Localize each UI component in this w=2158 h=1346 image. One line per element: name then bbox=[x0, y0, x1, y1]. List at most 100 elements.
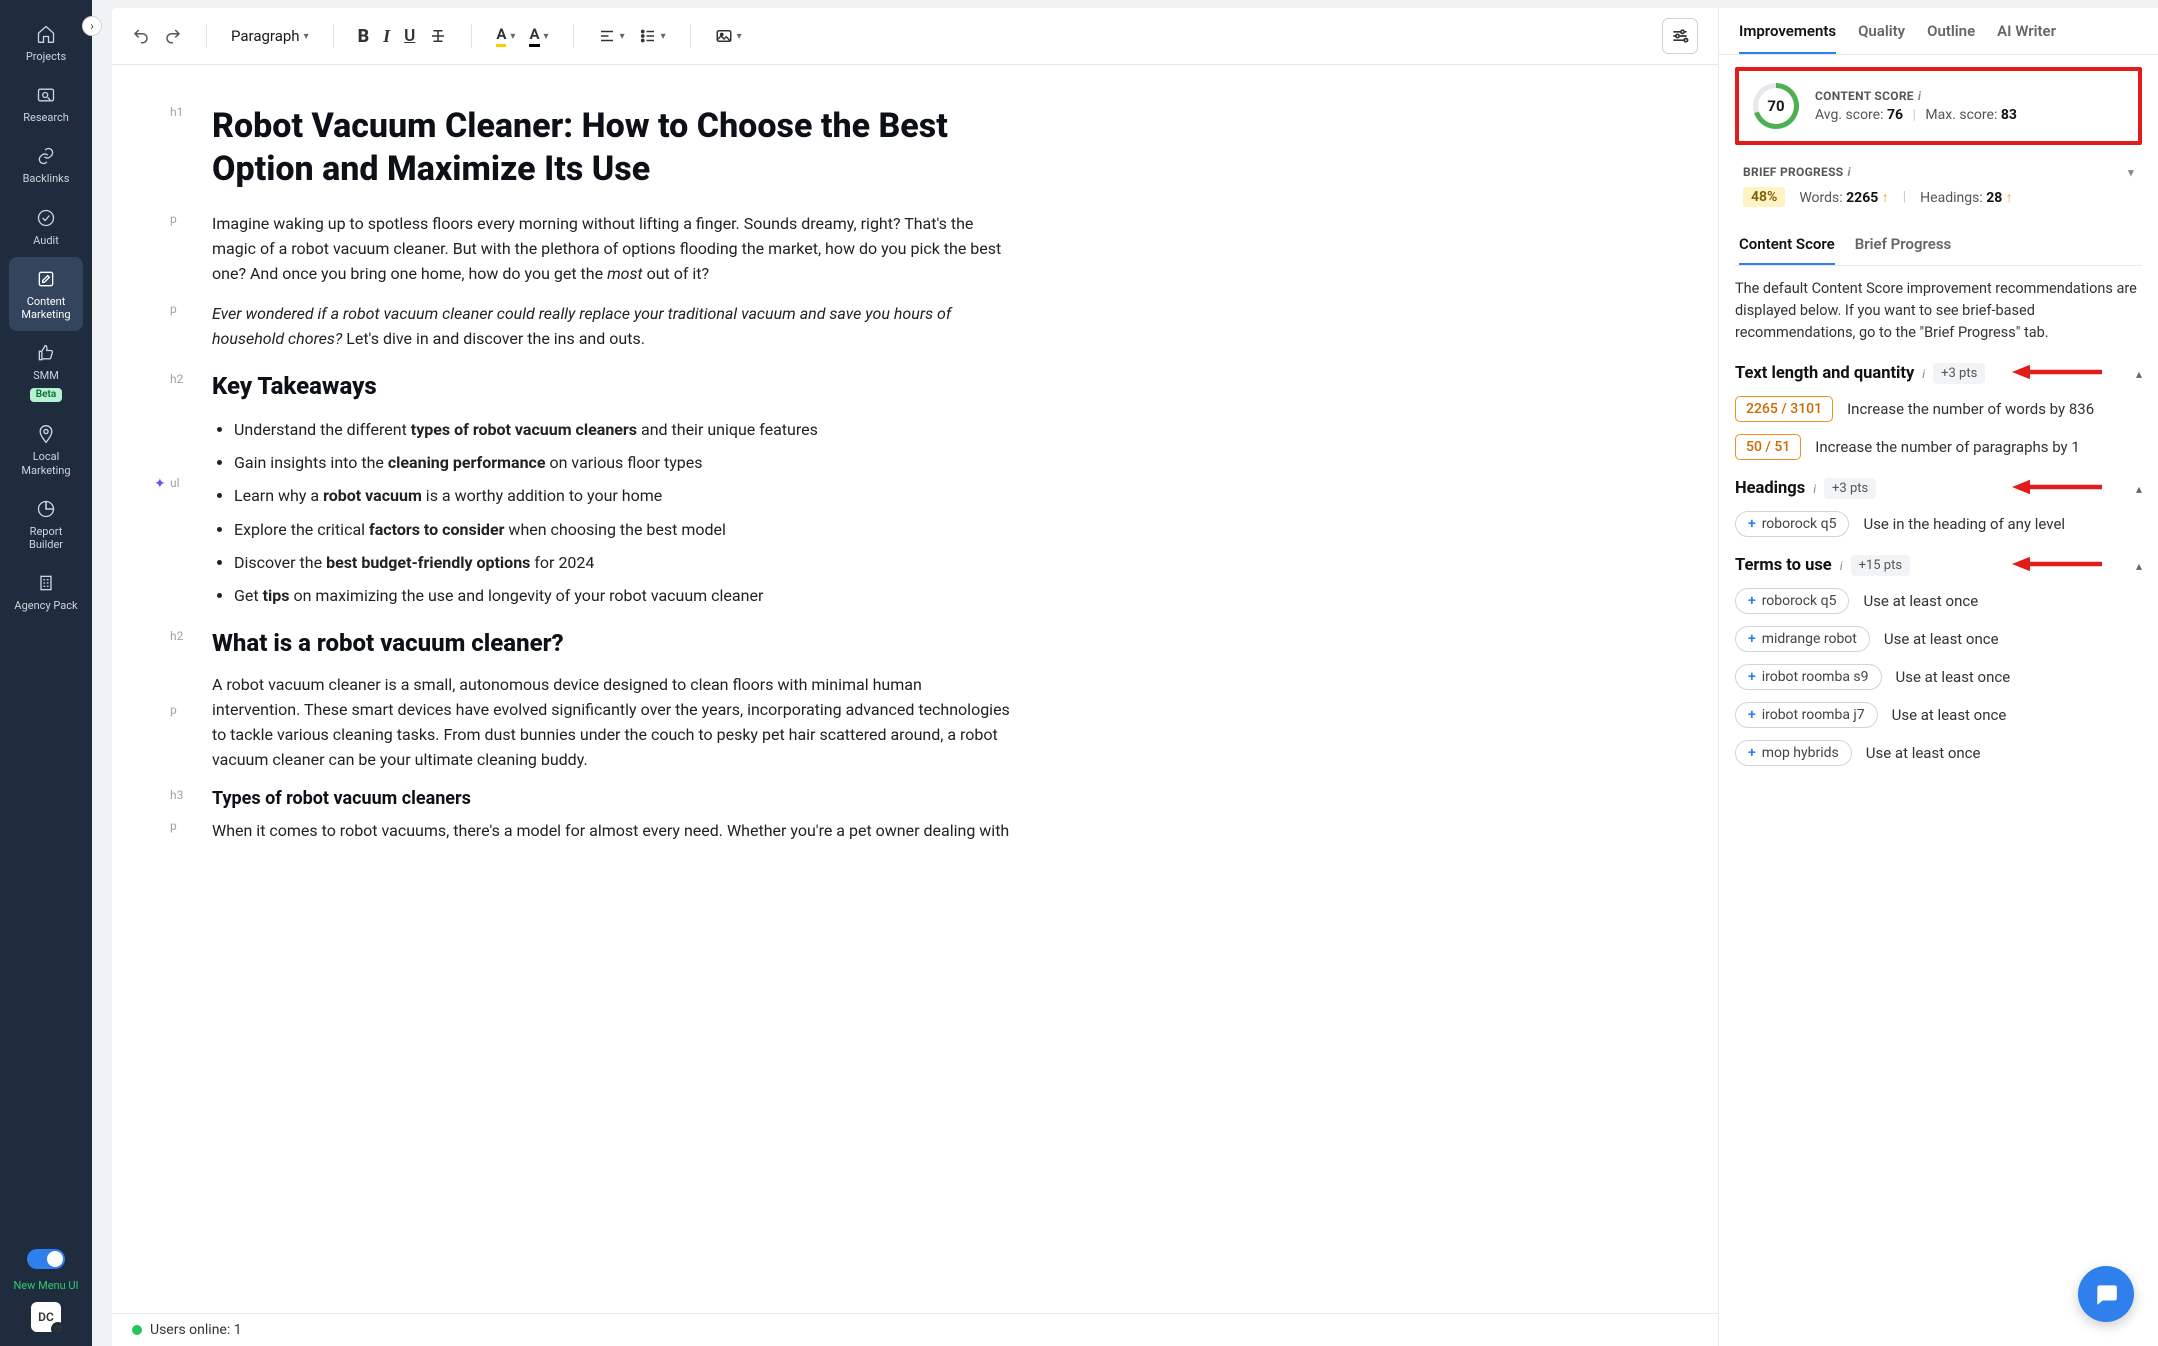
text-color-button[interactable]: A▾ bbox=[529, 25, 548, 47]
sidebar-label: Local Marketing bbox=[13, 450, 79, 476]
ai-sparkle-icon[interactable]: ✦ bbox=[154, 476, 166, 492]
sidebar-item-audit[interactable]: Audit bbox=[9, 196, 83, 257]
heading-types[interactable]: Types of robot vacuum cleaners bbox=[212, 788, 1012, 809]
sidebar-item-agency-pack[interactable]: Agency Pack bbox=[9, 561, 83, 622]
term-pill[interactable]: +roborock q5 bbox=[1735, 588, 1849, 614]
sidebar-label: Audit bbox=[33, 234, 59, 247]
gear-icon bbox=[51, 1322, 65, 1336]
heading-what-is[interactable]: What is a robot vacuum cleaner? bbox=[212, 629, 1012, 657]
strikethrough-button[interactable] bbox=[429, 27, 447, 45]
rec-text: Use at least once bbox=[1884, 630, 1999, 648]
undo-button[interactable] bbox=[132, 27, 150, 45]
paragraph[interactable]: When it comes to robot vacuums, there's … bbox=[212, 819, 1012, 844]
sidebar-item-backlinks[interactable]: Backlinks bbox=[9, 134, 83, 195]
expand-sidebar-button[interactable]: › bbox=[82, 16, 102, 36]
key-takeaways-list[interactable]: Understand the different types of robot … bbox=[234, 416, 1012, 609]
tab-improvements[interactable]: Improvements bbox=[1739, 22, 1836, 54]
plus-icon: + bbox=[1748, 669, 1756, 685]
sidebar-item-research[interactable]: Research bbox=[9, 73, 83, 134]
section-title: Headings bbox=[1735, 479, 1805, 498]
editor-settings-button[interactable] bbox=[1662, 18, 1698, 54]
points-badge: +3 pts bbox=[1933, 363, 1985, 384]
chevron-up-icon[interactable]: ▴ bbox=[2136, 482, 2142, 496]
term-pill[interactable]: +mop hybrids bbox=[1735, 740, 1852, 766]
underline-button[interactable]: U bbox=[404, 26, 415, 46]
right-panel: Improvements Quality Outline AI Writer 7… bbox=[1718, 8, 2158, 1346]
expand-caret-icon[interactable]: ▾ bbox=[2128, 166, 2134, 179]
rec-text: Increase the number of paragraphs by 1 bbox=[1815, 438, 2080, 456]
sidebar: › Projects Research Backlinks Audit Cont… bbox=[0, 0, 92, 1346]
search-icon bbox=[34, 83, 58, 107]
tag-p: p bbox=[170, 819, 177, 833]
chevron-up-icon[interactable]: ▴ bbox=[2136, 559, 2142, 573]
document-title[interactable]: Robot Vacuum Cleaner: How to Choose the … bbox=[212, 105, 1012, 190]
tab-ai-writer[interactable]: AI Writer bbox=[1997, 22, 2056, 54]
heading-key-takeaways[interactable]: Key Takeaways bbox=[212, 372, 1012, 400]
editor-body[interactable]: h1 Robot Vacuum Cleaner: How to Choose t… bbox=[112, 65, 1718, 1313]
align-button[interactable]: ▾ bbox=[598, 27, 625, 45]
section-headings[interactable]: Headings i +3 pts ▴ bbox=[1735, 478, 2142, 499]
red-arrow-annotation bbox=[2012, 477, 2102, 501]
sidebar-item-projects[interactable]: Projects bbox=[9, 12, 83, 73]
highlight-color-button[interactable]: A▾ bbox=[496, 25, 515, 47]
paragraph[interactable]: Ever wondered if a robot vacuum cleaner … bbox=[212, 302, 1012, 352]
italic-button[interactable]: I bbox=[383, 26, 390, 47]
tab-outline[interactable]: Outline bbox=[1927, 22, 1975, 54]
panel-tabs: Improvements Quality Outline AI Writer bbox=[1719, 8, 2158, 55]
sidebar-label: Research bbox=[23, 111, 69, 124]
chevron-up-icon[interactable]: ▴ bbox=[2136, 367, 2142, 381]
sidebar-item-local-marketing[interactable]: Local Marketing bbox=[9, 412, 83, 486]
term-pill[interactable]: +roborock q5 bbox=[1735, 511, 1849, 537]
section-title: Terms to use bbox=[1735, 556, 1832, 575]
recommendation-row: +midrange robot Use at least once bbox=[1735, 626, 2142, 652]
tag-p: p bbox=[170, 212, 177, 226]
words-stat: Words: 2265 ↑ bbox=[1799, 189, 1888, 206]
plus-icon: + bbox=[1748, 745, 1756, 761]
new-menu-toggle[interactable] bbox=[27, 1249, 65, 1269]
new-menu-label: New Menu UI bbox=[13, 1279, 78, 1292]
list-button[interactable]: ▾ bbox=[639, 27, 666, 45]
info-icon: i bbox=[1847, 165, 1850, 179]
building-icon bbox=[34, 571, 58, 595]
term-pill[interactable]: +midrange robot bbox=[1735, 626, 1870, 652]
paragraph[interactable]: A robot vacuum cleaner is a small, auton… bbox=[212, 673, 1012, 772]
bold-button[interactable]: B bbox=[358, 26, 370, 47]
thumb-up-icon bbox=[34, 341, 58, 365]
recommendation-row: +roborock q5 Use at least once bbox=[1735, 588, 2142, 614]
sidebar-item-report-builder[interactable]: Report Builder bbox=[9, 487, 83, 561]
list-item: Explore the critical factors to consider… bbox=[234, 516, 1012, 543]
chat-bubble-button[interactable] bbox=[2078, 1266, 2134, 1322]
paragraph[interactable]: Imagine waking up to spotless floors eve… bbox=[212, 212, 1012, 286]
sidebar-item-smm[interactable]: SMM Beta bbox=[9, 331, 83, 412]
home-icon bbox=[34, 22, 58, 46]
user-avatar[interactable]: DC bbox=[31, 1302, 61, 1332]
plus-icon: + bbox=[1748, 516, 1756, 532]
term-pill[interactable]: +irobot roomba s9 bbox=[1735, 664, 1882, 690]
term-pill[interactable]: +irobot roomba j7 bbox=[1735, 702, 1878, 728]
tab-quality[interactable]: Quality bbox=[1858, 22, 1905, 54]
sidebar-item-content-marketing[interactable]: Content Marketing bbox=[9, 257, 83, 331]
points-badge: +15 pts bbox=[1851, 555, 1910, 576]
image-button[interactable]: ▾ bbox=[715, 27, 742, 45]
rec-text: Use at least once bbox=[1866, 744, 1981, 762]
caret-down-icon: ▾ bbox=[304, 31, 309, 42]
headings-stat: Headings: 28 ↑ bbox=[1920, 189, 2013, 206]
pie-chart-icon bbox=[34, 497, 58, 521]
toolbar: Paragraph ▾ B I U A▾ A▾ ▾ ▾ bbox=[112, 8, 1718, 65]
info-icon: i bbox=[1922, 367, 1925, 381]
brief-percent: 48% bbox=[1743, 187, 1785, 207]
section-text-length[interactable]: Text length and quantity i +3 pts ▴ bbox=[1735, 363, 2142, 384]
section-terms[interactable]: Terms to use i +15 pts ▴ bbox=[1735, 555, 2142, 576]
brief-progress-label: BRIEF PROGRESS i ▾ bbox=[1743, 165, 2134, 179]
list-item: Gain insights into the cleaning performa… bbox=[234, 449, 1012, 476]
subtab-content-score[interactable]: Content Score bbox=[1739, 235, 1835, 265]
redo-button[interactable] bbox=[164, 27, 182, 45]
recommendation-row: +roborock q5 Use in the heading of any l… bbox=[1735, 511, 2142, 537]
paragraph-style-dropdown[interactable]: Paragraph ▾ bbox=[231, 27, 309, 45]
subtab-brief-progress[interactable]: Brief Progress bbox=[1855, 235, 1952, 265]
points-badge: +3 pts bbox=[1824, 478, 1876, 499]
score-ring: 70 bbox=[1753, 83, 1799, 129]
check-circle-icon bbox=[34, 206, 58, 230]
users-online: Users online: 1 bbox=[150, 1322, 242, 1338]
recommendation-row: +irobot roomba s9 Use at least once bbox=[1735, 664, 2142, 690]
